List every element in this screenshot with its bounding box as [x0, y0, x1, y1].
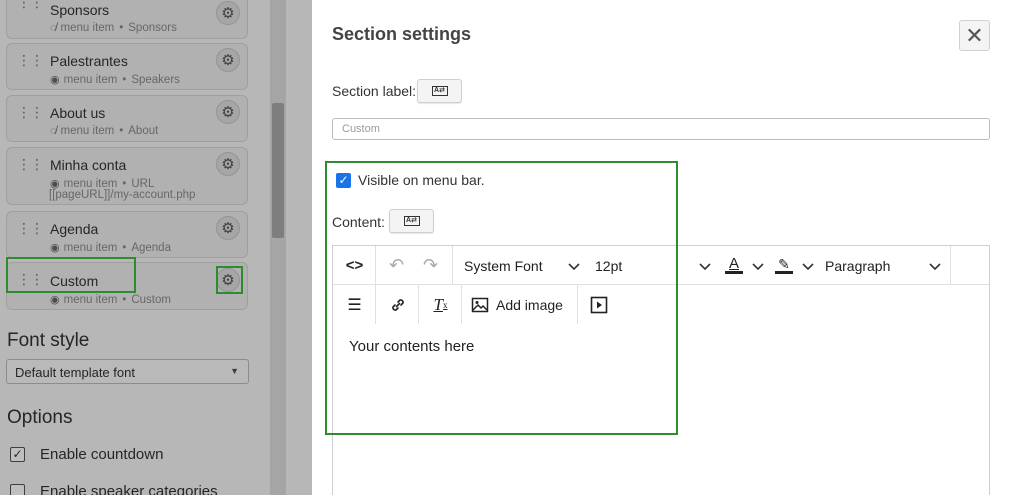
menu-item-title: About us — [50, 105, 106, 121]
block-format-select[interactable]: Paragraph — [825, 258, 890, 274]
eye-slash-icon: ◌̸ — [50, 125, 57, 137]
rich-text-editor: <> ↶ ↷ System Font 12pt A ✎ Paragraph ☰ … — [332, 245, 990, 495]
translate-icon: A⇄ — [431, 86, 448, 96]
gear-icon[interactable]: ⚙ — [216, 48, 240, 72]
eye-icon: ◉ — [50, 294, 60, 306]
gear-icon[interactable]: ⚙ — [216, 216, 240, 240]
highlight-color-icon[interactable]: ✎ — [773, 253, 795, 278]
option-enable-speaker-categories[interactable]: Enable speaker categories — [10, 483, 218, 495]
menu-item-title: Minha conta — [50, 157, 127, 173]
translate-button[interactable]: A⇄ — [417, 79, 462, 103]
menu-item-title: Agenda — [50, 221, 99, 237]
eye-icon: ◉ — [50, 242, 60, 254]
section-settings-modal: Section settings ✕ Section label: A⇄ Cus… — [312, 0, 1011, 495]
font-style-select[interactable]: Default template font ▼ — [6, 359, 249, 384]
checkbox-unchecked[interactable] — [10, 484, 25, 495]
modal-title: Section settings — [332, 24, 472, 44]
drag-handle-icon[interactable]: ⋮⋮ — [17, 157, 44, 171]
bullet-list-icon[interactable]: ☰ — [342, 292, 367, 317]
gear-icon[interactable]: ⚙ — [216, 268, 240, 292]
link-icon[interactable] — [385, 292, 410, 317]
menu-item-agenda[interactable]: ⋮⋮ Agenda ◉ menu item • Agenda ⚙ — [6, 211, 248, 258]
section-label-input[interactable]: Custom — [332, 118, 990, 140]
chevron-down-icon[interactable] — [928, 259, 942, 273]
clear-formatting-icon[interactable]: Tx — [428, 292, 453, 317]
translate-button[interactable]: A⇄ — [389, 209, 434, 233]
menu-item-title: Sponsors — [50, 2, 110, 18]
visible-label: Visible on menu bar. — [358, 172, 485, 188]
undo-icon[interactable]: ↶ — [384, 253, 409, 278]
content-label: Content: — [332, 214, 385, 230]
font-size-select[interactable]: 12pt — [595, 258, 622, 274]
chevron-down-icon[interactable] — [751, 259, 765, 273]
menu-item-minha-conta[interactable]: ⋮⋮ Minha conta ◉ menu item • URL [[pageURL]… — [6, 147, 248, 205]
chevron-down-icon[interactable] — [801, 259, 815, 273]
visible-checkbox[interactable]: ✓ — [336, 172, 351, 188]
editor-toolbar-row-2: ☰ Tx Add image — [333, 285, 989, 324]
checkbox-checked[interactable]: ✓ — [10, 447, 25, 462]
font-family-select[interactable]: System Font — [464, 258, 543, 274]
menu-item-palestrantes[interactable]: ⋮⋮ Palestrantes ◉ menu item • Speakers ⚙ — [6, 43, 248, 90]
close-icon: ✕ — [965, 22, 984, 48]
drag-handle-icon[interactable]: ⋮⋮ — [17, 221, 44, 235]
option-enable-countdown[interactable]: ✓ Enable countdown — [10, 446, 163, 463]
eye-slash-icon: ◌̸ — [50, 22, 57, 34]
translate-icon: A⇄ — [403, 216, 420, 226]
drag-handle-icon[interactable]: ⋮⋮ — [17, 272, 44, 286]
visible-on-menu-bar[interactable]: ✓ Visible on menu bar. — [336, 172, 485, 188]
font-style-heading: Font style — [7, 330, 90, 351]
drag-handle-icon[interactable]: ⋮⋮ — [17, 0, 44, 9]
font-style-selected: Default template font — [15, 365, 135, 380]
menu-item-about-us[interactable]: ⋮⋮ About us ◌̸ menu item • About ⚙ — [6, 95, 248, 142]
eye-icon: ◉ — [50, 74, 60, 86]
menu-item-custom[interactable]: ⋮⋮ Custom ◉ menu item • Custom ⚙ — [6, 262, 248, 310]
gear-icon[interactable]: ⚙ — [216, 1, 240, 25]
editor-content-area[interactable]: Your contents here — [349, 338, 474, 355]
left-panel: ⋮⋮ Sponsors ◌̸ menu item • Sponsors ⚙ ⋮⋮ Pa… — [0, 0, 312, 495]
image-icon — [471, 297, 489, 312]
option-label: Enable speaker categories — [40, 483, 218, 495]
menu-item-title: Custom — [50, 273, 99, 289]
gear-icon[interactable]: ⚙ — [216, 152, 240, 176]
option-label: Enable countdown — [40, 446, 164, 463]
scrollbar-track[interactable] — [270, 0, 286, 495]
gear-icon[interactable]: ⚙ — [216, 100, 240, 124]
redo-icon[interactable]: ↷ — [418, 253, 443, 278]
editor-toolbar-row-1: <> ↶ ↷ System Font 12pt A ✎ Paragraph — [333, 246, 989, 285]
drag-handle-icon[interactable]: ⋮⋮ — [17, 105, 44, 119]
menu-item-url: [[pageURL]]/my-account.php — [49, 189, 196, 201]
options-heading: Options — [7, 407, 73, 428]
close-button[interactable]: ✕ — [959, 20, 990, 51]
caret-down-icon: ▼ — [230, 366, 239, 376]
source-code-icon[interactable]: <> — [342, 253, 367, 278]
chevron-down-icon[interactable] — [567, 259, 581, 273]
chevron-down-icon[interactable] — [698, 259, 712, 273]
media-icon[interactable] — [586, 292, 611, 317]
drag-handle-icon[interactable]: ⋮⋮ — [17, 53, 44, 67]
menu-item-title: Palestrantes — [50, 53, 128, 69]
section-label-label: Section label: — [332, 83, 417, 99]
add-image-button[interactable]: Add image — [471, 292, 571, 317]
text-color-icon[interactable]: A — [723, 253, 745, 278]
scrollbar-thumb[interactable] — [272, 103, 284, 238]
menu-item-sponsors[interactable]: ⋮⋮ Sponsors ◌̸ menu item • Sponsors ⚙ — [6, 0, 248, 39]
